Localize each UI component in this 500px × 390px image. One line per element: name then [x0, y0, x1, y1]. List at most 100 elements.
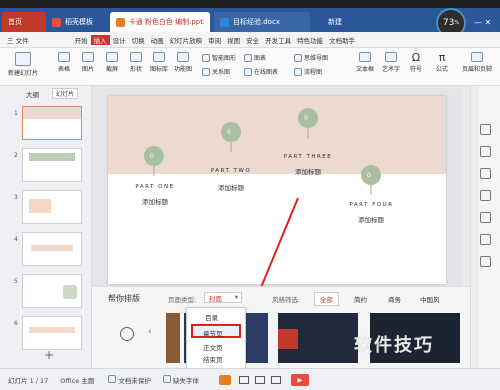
part-two-title: PART TWO: [210, 168, 252, 174]
menu-animation[interactable]: 动画: [148, 35, 167, 45]
speed-value: 73: [442, 18, 455, 28]
missing-font-status[interactable]: 缺失字体: [162, 374, 199, 385]
formula-button[interactable]: π 公式: [436, 52, 448, 73]
sidebar-tool-3-icon[interactable]: [480, 168, 491, 179]
menu-review[interactable]: 审阅: [205, 35, 224, 45]
layout-helper-icon[interactable]: [218, 374, 231, 385]
online-chart-button[interactable]: 在线图表: [244, 67, 278, 76]
dropdown-option-section[interactable]: 章节页: [191, 324, 241, 338]
menu-insert[interactable]: 插入: [90, 34, 110, 45]
slide-thumb-2[interactable]: [22, 148, 82, 182]
page-type-dropdown: 目录 章节页 正文页 结束页: [186, 307, 246, 369]
chart-icon: [244, 53, 252, 62]
window-controls-icon[interactable]: — ✕: [474, 18, 491, 27]
dropdown-option-end[interactable]: 结束页: [203, 354, 223, 364]
right-sidebar: [470, 86, 500, 368]
relationship-button[interactable]: 关系图: [202, 67, 230, 76]
filter-chinese-style[interactable]: 中国风: [420, 294, 440, 304]
symbol-button[interactable]: Ω 符号: [410, 52, 422, 73]
sidebar-tool-4-icon[interactable]: [480, 190, 491, 201]
refresh-icon[interactable]: [120, 327, 134, 341]
filter-all[interactable]: 全部: [314, 292, 339, 306]
function-graph-label: 功能图: [174, 66, 193, 73]
flowchart-button[interactable]: 流程图: [294, 67, 322, 76]
screenshot-button[interactable]: 截屏: [106, 52, 118, 73]
add-slide-icon[interactable]: +: [44, 348, 54, 362]
table-label: 表格: [58, 66, 71, 73]
relationship-label: 关系图: [212, 69, 231, 76]
shape-button[interactable]: 形状: [130, 52, 142, 73]
part-one-title: PART ONE: [135, 184, 175, 190]
mindmap-button[interactable]: 思维导图: [294, 53, 328, 62]
art-text-icon: [385, 52, 397, 62]
function-graph-button[interactable]: 功能图: [174, 52, 192, 73]
tab-docx-document[interactable]: 目标经验.docx: [214, 12, 310, 32]
header-footer-button[interactable]: 页眉和页脚: [462, 52, 492, 73]
normal-view-icon[interactable]: [238, 375, 249, 384]
menu-slideshow[interactable]: 幻灯片放映: [167, 35, 206, 45]
theme-name: Office 主题: [60, 376, 95, 385]
picture-button[interactable]: 图片: [82, 52, 94, 73]
template-thumb-dark[interactable]: [278, 313, 358, 363]
slide-thumb-5[interactable]: [22, 274, 82, 308]
dropdown-option-toc[interactable]: 目录: [205, 312, 218, 322]
part-three-number: 0: [304, 115, 308, 122]
chart-button[interactable]: 图表: [244, 53, 266, 62]
outline-tab[interactable]: 大纲: [26, 89, 39, 99]
slide-counter: 幻灯片 1 / 17: [8, 376, 49, 385]
layout-helper-panel: 帮你排版 页面类型: 封面 ▾ 风格筛选: 全部 简约 商务 中国风 ‹ 目录 …: [92, 286, 470, 369]
page-type-select[interactable]: 封面 ▾: [204, 292, 242, 303]
part-two-number: 0: [227, 129, 231, 136]
reading-view-icon[interactable]: [270, 375, 281, 384]
tab-new[interactable]: 新建: [322, 12, 348, 32]
mindmap-label: 思维导图: [304, 55, 329, 62]
menu-security[interactable]: 安全: [243, 35, 262, 45]
part-three-marker: [298, 108, 318, 138]
shape-label: 形状: [130, 66, 143, 73]
tab-home-label: 首页: [8, 18, 22, 26]
sidebar-tool-1-icon[interactable]: [480, 124, 491, 135]
menu-transition[interactable]: 切换: [129, 35, 148, 45]
sidebar-tool-7-icon[interactable]: [480, 256, 491, 267]
menu-view[interactable]: 视图: [224, 35, 243, 45]
vertical-scrollbar[interactable]: [471, 86, 479, 368]
dropdown-option-body[interactable]: 正文页: [203, 342, 223, 352]
filter-simple[interactable]: 简约: [354, 294, 367, 304]
menu-doc-assistant[interactable]: 文档助手: [326, 35, 358, 45]
menu-start[interactable]: 开始: [72, 35, 91, 45]
sidebar-tool-2-icon[interactable]: [480, 146, 491, 157]
file-menu[interactable]: 三 文件: [4, 35, 32, 45]
flowchart-icon: [294, 67, 302, 76]
menu-design[interactable]: 设计: [110, 35, 129, 45]
new-slide-button[interactable]: 新建幻灯片: [8, 52, 38, 77]
textbox-button[interactable]: 文本框: [356, 52, 374, 73]
tab-docer-label: 稻壳模板: [65, 18, 93, 26]
new-slide-icon: [15, 52, 31, 66]
doc-protect-status[interactable]: 文档未保护: [108, 374, 151, 385]
filter-business[interactable]: 商务: [388, 294, 401, 304]
tab-pptx-document[interactable]: 卡通 粉色白色 编制.pptx: [110, 12, 210, 32]
tab-home[interactable]: 首页: [2, 12, 46, 32]
table-button[interactable]: 表格: [58, 52, 70, 73]
menu-developer[interactable]: 开发工具: [262, 35, 294, 45]
smart-graphic-button[interactable]: 智能图形: [202, 53, 236, 62]
slides-tab[interactable]: 幻灯片: [52, 88, 79, 99]
slide-thumb-6[interactable]: [22, 316, 82, 350]
tab-docer-templates[interactable]: 稻壳模板: [46, 12, 99, 32]
template-thumb-wood[interactable]: [166, 313, 180, 363]
sidebar-tool-5-icon[interactable]: [480, 212, 491, 223]
title-bar: 首页 稻壳模板 卡通 粉色白色 编制.pptx 目标经验.docx 新建 73%…: [0, 0, 500, 38]
art-text-button[interactable]: 艺术字: [382, 52, 400, 73]
icon-library-button[interactable]: 图标库: [150, 52, 168, 73]
slide-sorter-icon[interactable]: [254, 375, 265, 384]
online-chart-icon: [244, 67, 252, 76]
slide-thumb-4[interactable]: [22, 232, 82, 266]
part-one-marker: [144, 146, 164, 176]
prev-arrow-icon[interactable]: ‹: [148, 327, 152, 337]
sidebar-tool-6-icon[interactable]: [480, 234, 491, 245]
ribbon-toolbar: 新建幻灯片 表格 图片 截屏 形状 图标库 功能图 智能图形 关系图 图表 在线…: [0, 48, 500, 86]
slide-thumb-1[interactable]: [22, 106, 82, 140]
slide-thumb-3[interactable]: [22, 190, 82, 224]
menu-features[interactable]: 特色功能: [294, 35, 326, 45]
play-slideshow-icon[interactable]: ▶: [290, 373, 309, 386]
